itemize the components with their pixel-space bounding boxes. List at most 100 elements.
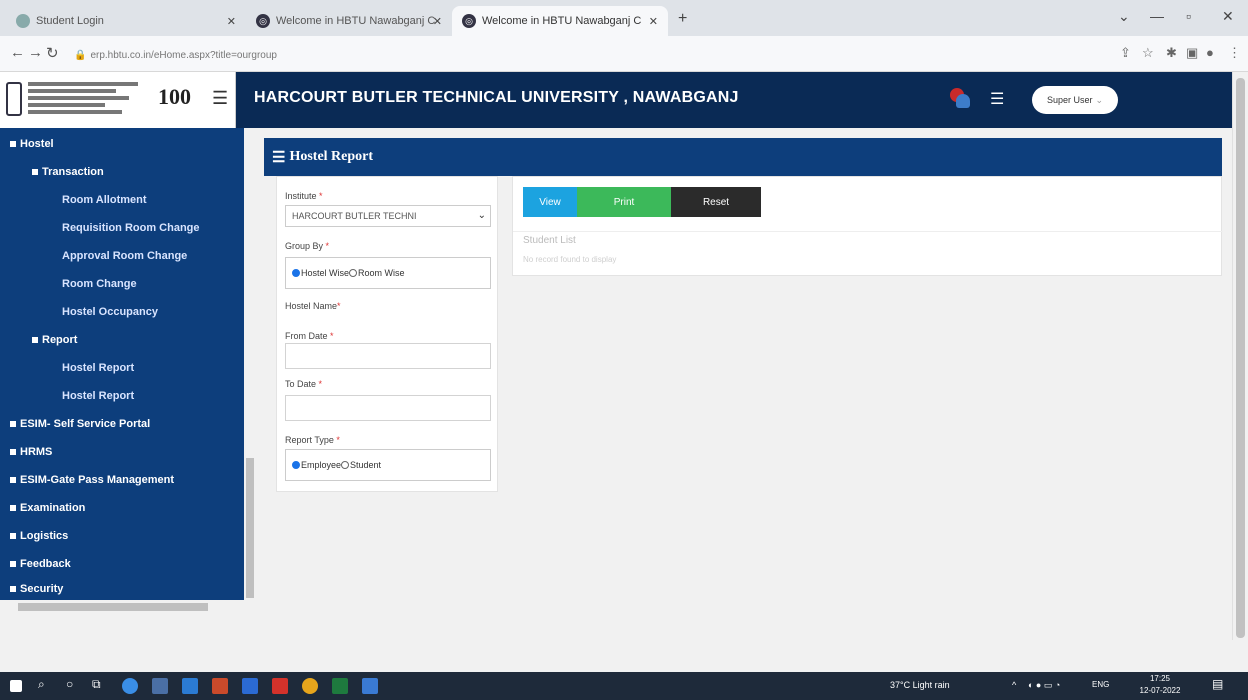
- new-tab-icon[interactable]: +: [678, 10, 687, 28]
- tray-chevron-icon[interactable]: ^: [1012, 680, 1016, 690]
- windows-start-icon[interactable]: [10, 680, 22, 692]
- sidebar-item-esim-self-service[interactable]: ESIM- Self Service Portal: [10, 418, 150, 430]
- sidebar-hscrollbar[interactable]: [0, 600, 244, 614]
- language-indicator[interactable]: ENG: [1092, 680, 1109, 689]
- sidebar-item-security[interactable]: Security: [10, 583, 63, 595]
- forward-icon[interactable]: →: [28, 44, 43, 61]
- tray-icons[interactable]: ◐ ● ▭ ◔: [1028, 680, 1060, 691]
- bookmark-star-icon[interactable]: ☆: [1142, 45, 1154, 61]
- hamburger-icon[interactable]: ☰: [212, 88, 228, 109]
- sidebar-item-feedback[interactable]: Feedback: [10, 558, 71, 570]
- sidebar-item-hostel-report[interactable]: Hostel Report: [62, 362, 134, 374]
- edge-icon[interactable]: [122, 678, 138, 694]
- sidebar-item-room-allotment[interactable]: Room Allotment: [62, 194, 147, 206]
- address-bar: ← → ↻ 🔒 erp.hbtu.co.in/eHome.aspx?title=…: [0, 36, 1248, 72]
- notifications-icon[interactable]: ▤: [1212, 677, 1223, 691]
- sidebar-item-hostel[interactable]: Hostel: [10, 138, 54, 150]
- app-icon-1[interactable]: [212, 678, 228, 694]
- sidebar: Hostel Transaction Room Allotment Requis…: [0, 128, 244, 600]
- institute-label: Institute *: [285, 191, 323, 201]
- cortana-icon[interactable]: ○: [66, 677, 73, 691]
- time-text: 17:25: [1149, 674, 1171, 683]
- university-logo[interactable]: 100 ☰: [0, 72, 236, 128]
- sidebar-item-logistics[interactable]: Logistics: [10, 530, 68, 542]
- sidebar-item-approval-room-change[interactable]: Approval Room Change: [62, 250, 187, 262]
- sidebar-item-label: Report: [42, 334, 78, 346]
- globe-icon: ◎: [256, 14, 270, 28]
- radio-student[interactable]: [341, 461, 350, 469]
- app-icon-2[interactable]: [242, 678, 258, 694]
- profile-icon[interactable]: ●: [1206, 45, 1214, 60]
- browser-tab-student-login[interactable]: Student Login ✕: [6, 6, 246, 36]
- browser-tab-welcome-1[interactable]: ◎ Welcome in HBTU Nawabganj C ✕: [246, 6, 452, 36]
- expand-icon: [32, 169, 38, 176]
- panel-title: Hostel Report: [289, 149, 374, 164]
- sidebar-item-requisition-room-change[interactable]: Requisition Room Change: [62, 222, 200, 234]
- sidebar-item-report[interactable]: Report: [32, 334, 77, 346]
- extensions-icon[interactable]: ✱: [1166, 45, 1177, 61]
- view-button[interactable]: View: [523, 187, 577, 217]
- tab-list-icon[interactable]: ⌄: [1118, 8, 1130, 25]
- store-icon[interactable]: [152, 678, 168, 694]
- radio-hostel-wise[interactable]: [292, 269, 300, 277]
- expand-icon: [32, 337, 38, 344]
- url-field[interactable]: 🔒 erp.hbtu.co.in/eHome.aspx?title=ourgro…: [64, 44, 1044, 66]
- sidebar-item-examination[interactable]: Examination: [10, 502, 85, 514]
- app-icon-3[interactable]: [362, 678, 378, 694]
- close-icon[interactable]: ✕: [649, 15, 658, 28]
- task-view-icon[interactable]: ⧉: [92, 677, 101, 692]
- reload-icon[interactable]: ↻: [46, 44, 59, 62]
- student-list-title: Student List: [523, 235, 576, 246]
- weather-text[interactable]: 37°C Light rain: [890, 680, 950, 690]
- option-employee: Employee: [301, 460, 342, 470]
- sidebar-item-hostel-report-2[interactable]: Hostel Report: [62, 390, 134, 402]
- sidebar-item-room-change[interactable]: Room Change: [62, 278, 137, 290]
- chrome-icon[interactable]: [302, 678, 318, 694]
- reset-button[interactable]: Reset: [671, 187, 761, 217]
- page-scroll-thumb[interactable]: [1236, 78, 1245, 638]
- institute-value: HARCOURT BUTLER TECHNI: [292, 211, 417, 221]
- pdf-reader-icon[interactable]: [272, 678, 288, 694]
- radio-room-wise[interactable]: [349, 269, 358, 277]
- maximize-icon[interactable]: ▫: [1186, 8, 1191, 24]
- sidebar-scroll-thumb[interactable]: [246, 458, 254, 598]
- tab-title: Student Login: [36, 15, 104, 27]
- sidebar-item-gate-pass[interactable]: ESIM-Gate Pass Management: [10, 474, 174, 486]
- menu-icon[interactable]: ☰: [990, 89, 1004, 109]
- window-close-icon[interactable]: ✕: [1222, 8, 1234, 25]
- minimize-icon[interactable]: —: [1150, 8, 1164, 24]
- institute-select[interactable]: HARCOURT BUTLER TECHNI ⌄: [285, 205, 491, 227]
- from-date-input[interactable]: [285, 343, 491, 369]
- excel-icon[interactable]: [332, 678, 348, 694]
- sidebar-item-transaction[interactable]: Transaction: [32, 166, 104, 178]
- radio-employee[interactable]: [292, 461, 300, 469]
- close-icon[interactable]: ✕: [433, 15, 442, 28]
- browser-menu-icon[interactable]: ⋮: [1228, 45, 1241, 61]
- user-menu-button[interactable]: Super User ⌄: [1032, 86, 1118, 114]
- print-button[interactable]: Print: [577, 187, 671, 217]
- divider: [513, 231, 1223, 232]
- browser-tab-welcome-2[interactable]: ◎ Welcome in HBTU Nawabganj C ✕: [452, 6, 668, 36]
- share-icon[interactable]: ⇪: [1120, 45, 1131, 61]
- chevron-down-icon: ⌄: [477, 210, 486, 221]
- clock[interactable]: 17:25 12-07-2022: [1130, 673, 1190, 697]
- sidebar-item-hostel-occupancy[interactable]: Hostel Occupancy: [62, 306, 158, 318]
- chevron-down-icon: ⌄: [1095, 94, 1104, 105]
- sidebar-item-label: HRMS: [20, 446, 53, 458]
- expand-icon: [10, 141, 16, 148]
- back-icon[interactable]: ←: [10, 44, 25, 61]
- groupby-label: Group By *: [285, 241, 330, 251]
- mail-icon[interactable]: [182, 678, 198, 694]
- to-date-input[interactable]: [285, 395, 491, 421]
- sidepanel-icon[interactable]: ▣: [1186, 45, 1198, 61]
- option-room-wise: Room Wise: [358, 268, 405, 278]
- expand-icon: [10, 505, 16, 512]
- page-scrollbar[interactable]: [1232, 72, 1248, 640]
- sidebar-item-hrms[interactable]: HRMS: [10, 446, 52, 458]
- sidebar-item-label: Requisition Room Change: [62, 222, 200, 234]
- notification-bell-icon[interactable]: [950, 88, 972, 110]
- search-icon[interactable]: ⌕: [38, 677, 45, 692]
- close-icon[interactable]: ✕: [227, 15, 236, 28]
- sidebar-hscroll-thumb[interactable]: [18, 603, 208, 611]
- sidebar-scrollbar[interactable]: [244, 128, 256, 600]
